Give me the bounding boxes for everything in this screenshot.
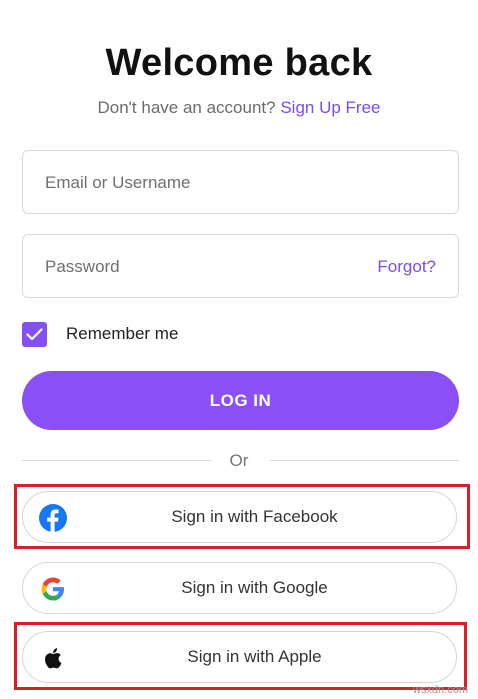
signup-prompt: Don't have an account? Sign Up Free	[0, 98, 478, 118]
forgot-password-link[interactable]: Forgot?	[377, 257, 436, 277]
divider-label: Or	[229, 451, 249, 470]
watermark: wsxdn.com	[412, 684, 468, 696]
signup-prompt-text: Don't have an account?	[97, 98, 276, 117]
email-placeholder: Email or Username	[45, 173, 191, 192]
remember-me-label: Remember me	[66, 324, 179, 343]
google-signin-button[interactable]: Sign in with Google	[22, 562, 457, 614]
remember-me-checkbox[interactable]	[22, 321, 47, 347]
facebook-signin-label: Sign in with Facebook	[171, 507, 338, 526]
google-signin-label: Sign in with Google	[181, 578, 328, 597]
divider-right	[270, 460, 459, 461]
password-placeholder: Password	[45, 257, 120, 276]
checkmark-icon	[26, 327, 43, 340]
password-field[interactable]: Password Forgot?	[22, 234, 459, 298]
login-button[interactable]: LOG IN	[22, 371, 459, 430]
google-icon	[41, 577, 64, 601]
apple-icon	[45, 648, 62, 669]
apple-signin-label: Sign in with Apple	[187, 647, 322, 666]
page-title: Welcome back	[105, 42, 373, 84]
facebook-icon	[39, 504, 67, 532]
facebook-signin-button[interactable]: Sign in with Facebook	[22, 491, 457, 543]
apple-signin-button[interactable]: Sign in with Apple	[22, 631, 457, 683]
signup-link[interactable]: Sign Up Free	[280, 98, 380, 117]
email-field[interactable]: Email or Username	[22, 150, 459, 214]
remember-me[interactable]: Remember me	[22, 321, 178, 347]
